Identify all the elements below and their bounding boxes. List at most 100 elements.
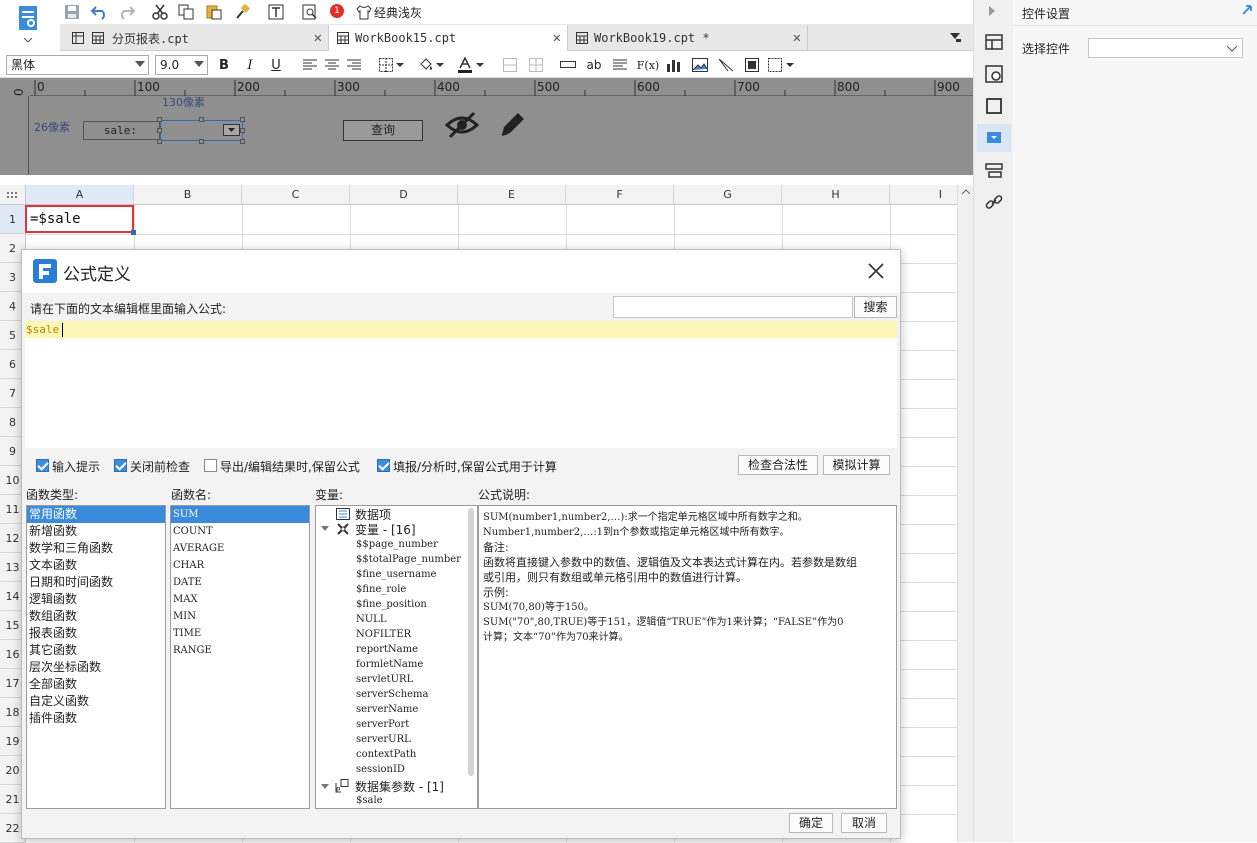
function-type-list[interactable]: 常用函数 新增函数 数学和三角函数 文本函数 日期和时间函数 逻辑函数 数组函数…	[26, 505, 166, 809]
fill-color-icon[interactable]	[416, 55, 436, 75]
keep-formula-fill-checkbox[interactable]	[377, 459, 390, 472]
save-icon[interactable]	[62, 2, 82, 22]
bold-button[interactable]: B	[214, 55, 234, 75]
function-search-input[interactable]	[613, 296, 853, 318]
list-item[interactable]: 数学和三角函数	[27, 540, 165, 557]
query-button[interactable]: 查询	[343, 120, 423, 141]
condition-attribute-icon[interactable]	[985, 65, 1003, 83]
border-icon[interactable]	[376, 55, 396, 75]
fill-handle[interactable]	[131, 230, 136, 235]
list-item[interactable]: RANGE	[171, 642, 309, 659]
chevron-down-icon[interactable]	[474, 55, 486, 75]
eye-hidden-icon[interactable]	[444, 109, 480, 141]
vertical-scrollbar[interactable]	[957, 185, 973, 842]
tree-leaf[interactable]: serverPort	[356, 719, 409, 730]
font-color-icon[interactable]	[455, 55, 475, 75]
align-right-icon[interactable]	[344, 55, 364, 75]
tree-node-variables[interactable]: 变量 - [16]	[355, 521, 416, 538]
check-validity-button[interactable]: 检查合法性	[738, 455, 818, 475]
theme-shirt-icon[interactable]	[354, 2, 374, 22]
list-item[interactable]: 全部函数	[27, 676, 165, 693]
tree-leaf[interactable]: formletName	[356, 659, 423, 670]
close-icon[interactable]	[867, 262, 885, 280]
tree-leaf[interactable]: servletURL	[356, 674, 413, 685]
format-painter-icon[interactable]	[232, 2, 252, 22]
tree-leaf[interactable]: $$page_number	[356, 539, 438, 550]
tree-leaf[interactable]: reportName	[356, 644, 418, 655]
chevron-down-icon[interactable]	[434, 55, 446, 75]
list-item[interactable]: 报表函数	[27, 625, 165, 642]
hyperlink-list-icon[interactable]	[985, 161, 1003, 179]
cell-attributes-icon[interactable]	[985, 33, 1003, 51]
notification-badge[interactable]: 1	[330, 4, 344, 18]
underline-button[interactable]: U	[266, 55, 286, 75]
text-cell-button[interactable]: ab	[584, 55, 604, 75]
copy-icon[interactable]	[176, 2, 196, 22]
text-box-icon[interactable]	[266, 2, 286, 22]
align-left-icon[interactable]	[300, 55, 320, 75]
tab-list-icon[interactable]	[948, 30, 962, 44]
tree-leaf[interactable]: serverSchema	[356, 689, 428, 700]
align-center-icon[interactable]	[322, 55, 342, 75]
column-header[interactable]: E	[458, 185, 566, 205]
tab-workbook15[interactable]: WorkBook15.cpt ✕	[329, 25, 568, 51]
rich-text-icon[interactable]	[610, 55, 630, 75]
tree-leaf[interactable]: contextPath	[356, 749, 416, 760]
cell-a1[interactable]: =$sale	[25, 205, 134, 233]
expanded-arrow-icon[interactable]	[321, 526, 329, 532]
variable-tree[interactable]: 数据项 变量 - [16] $$page_number $$totalPage_…	[315, 505, 478, 809]
tree-leaf[interactable]: $$totalPage_number	[356, 554, 461, 565]
close-icon[interactable]: ✕	[553, 30, 561, 46]
column-header[interactable]: D	[350, 185, 458, 205]
undo-icon[interactable]	[90, 2, 110, 22]
font-family-select[interactable]: 黑体	[6, 55, 149, 75]
merge-cells-icon[interactable]	[500, 55, 520, 75]
list-item[interactable]: DATE	[171, 574, 309, 591]
resize-handle[interactable]	[240, 117, 245, 122]
list-item[interactable]: 自定义函数	[27, 693, 165, 710]
tree-leaf[interactable]: $sale	[356, 795, 383, 806]
insert-row-icon[interactable]	[558, 55, 578, 75]
input-hint-checkbox[interactable]	[36, 459, 49, 472]
list-item[interactable]: 日期和时间函数	[27, 574, 165, 591]
list-item[interactable]: 逻辑函数	[27, 591, 165, 608]
tree-leaf[interactable]: serverName	[356, 704, 418, 715]
list-item[interactable]: 新增函数	[27, 523, 165, 540]
list-item[interactable]: 插件函数	[27, 710, 165, 727]
list-item[interactable]: 层次坐标函数	[27, 659, 165, 676]
list-item[interactable]: 数组函数	[27, 608, 165, 625]
list-item[interactable]: COUNT	[171, 523, 309, 540]
row-header[interactable]: 1	[0, 205, 26, 234]
list-item[interactable]: 文本函数	[27, 557, 165, 574]
formula-editor[interactable]: $sale	[25, 321, 897, 448]
list-item[interactable]: SUM	[171, 506, 309, 523]
column-header[interactable]: A	[26, 185, 134, 205]
tree-leaf[interactable]: serverURL	[356, 734, 411, 745]
font-size-select[interactable]: 9.0	[155, 55, 208, 75]
edit-pencil-icon[interactable]	[496, 109, 528, 141]
resize-handle[interactable]	[199, 117, 204, 122]
resize-handle[interactable]	[240, 128, 245, 133]
ok-button[interactable]: 确定	[789, 813, 833, 833]
expanded-arrow-icon[interactable]	[321, 784, 329, 790]
keep-formula-export-checkbox[interactable]	[204, 459, 217, 472]
resize-handle[interactable]	[157, 117, 162, 122]
chevron-down-icon[interactable]	[394, 55, 406, 75]
tree-node-dataset-params[interactable]: 数据集参数 - [1]	[355, 778, 444, 795]
tab-pagination-report[interactable]: 分页报表.cpt ✕	[60, 25, 329, 51]
list-item[interactable]: TIME	[171, 625, 309, 642]
resize-handle[interactable]	[199, 139, 204, 144]
italic-button[interactable]: I	[240, 55, 260, 75]
list-item[interactable]: CHAR	[171, 557, 309, 574]
classic-gray-theme-label[interactable]: 经典浅灰	[374, 4, 422, 21]
tree-leaf[interactable]: NOFILTER	[356, 629, 411, 640]
check-before-close-checkbox[interactable]	[114, 459, 127, 472]
app-menu-button[interactable]	[8, 4, 48, 48]
cut-icon[interactable]	[150, 2, 170, 22]
tree-scrollbar-thumb[interactable]	[468, 508, 474, 776]
sale-combo-widget[interactable]	[160, 120, 243, 141]
formula-button[interactable]: F(x)	[636, 55, 660, 75]
chart-icon[interactable]	[664, 55, 684, 75]
image-icon[interactable]	[690, 55, 710, 75]
slash-icon[interactable]	[716, 55, 736, 75]
